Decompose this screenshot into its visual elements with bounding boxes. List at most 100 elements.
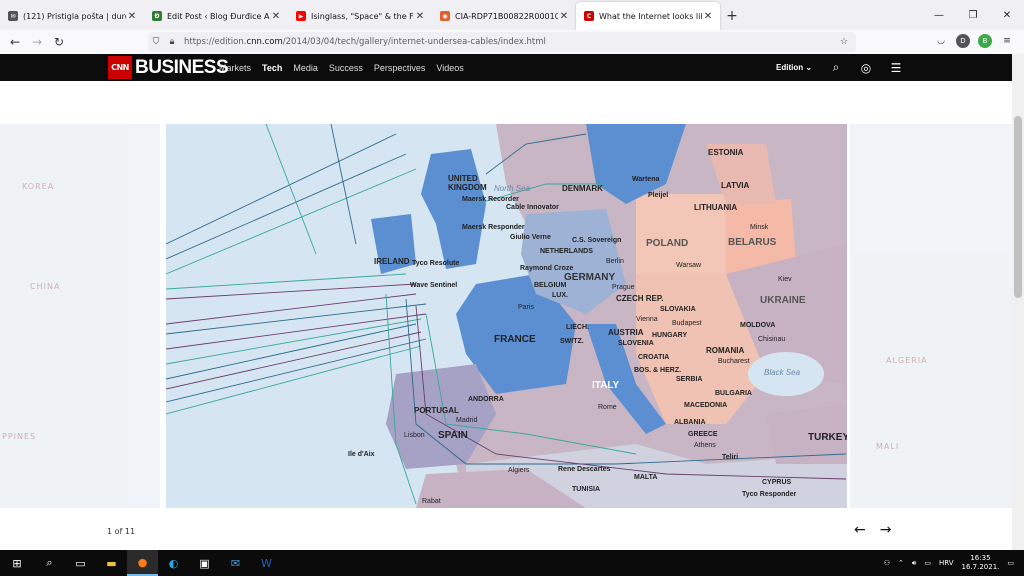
menu-icon[interactable]: ≡ xyxy=(1000,34,1014,48)
search-icon[interactable]: ⌕ xyxy=(34,550,65,576)
account-icon[interactable]: D xyxy=(956,34,970,48)
nav-videos[interactable]: Videos xyxy=(436,63,463,73)
minimize-button[interactable]: — xyxy=(922,0,956,30)
browser-tab[interactable]: Đ Edit Post ‹ Blog Đurđice Antolić ✕ xyxy=(144,2,288,30)
store-icon[interactable]: ▣ xyxy=(189,550,220,576)
city-label: Warsaw xyxy=(676,262,702,269)
previous-slide-arrow-icon[interactable]: ← xyxy=(854,522,866,538)
pocket-icon[interactable]: ◡ xyxy=(934,34,948,48)
country-label: ALBANIA xyxy=(674,419,706,426)
people-icon[interactable]: ⚇ xyxy=(884,559,890,567)
cable-station: Cable Innovator xyxy=(506,204,559,211)
file-explorer-icon[interactable]: ▬ xyxy=(96,550,127,576)
mail-icon[interactable]: ✉ xyxy=(220,550,251,576)
city-label: Athens xyxy=(694,442,716,449)
nav-tech[interactable]: Tech xyxy=(262,63,282,73)
notifications-icon[interactable]: ▭ xyxy=(1007,559,1014,567)
back-icon[interactable]: ← xyxy=(4,35,26,49)
windows-start-icon[interactable]: ⊞ xyxy=(0,550,34,576)
city-label: Minsk xyxy=(750,224,769,231)
search-icon[interactable]: ⌕ xyxy=(828,60,844,76)
country-label: ROMANIA xyxy=(706,346,745,355)
extension-icon[interactable]: B xyxy=(978,34,992,48)
nav-perspectives[interactable]: Perspectives xyxy=(374,63,426,73)
new-tab-button[interactable]: + xyxy=(720,2,744,30)
address-bar[interactable]: ⛉ 🔒︎ https://edition.cnn.com/2014/03/04/… xyxy=(148,32,856,52)
lock-icon[interactable]: 🔒︎ xyxy=(164,37,180,47)
url-text[interactable]: https://edition.cnn.com/2014/03/04/tech/… xyxy=(180,37,836,47)
browser-tab[interactable]: ◉ CIA-RDP71B00822R000100110009 ✕ xyxy=(432,2,576,30)
hamburger-menu-icon[interactable]: ☰ xyxy=(888,60,904,76)
cable-station: Teliri xyxy=(722,454,739,461)
nav-media[interactable]: Media xyxy=(293,63,318,73)
edge-icon[interactable]: ◐ xyxy=(158,550,189,576)
edition-dropdown[interactable]: Edition ⌄ xyxy=(776,54,812,81)
volume-icon[interactable]: 🔊︎ xyxy=(912,559,916,568)
word-icon[interactable]: W xyxy=(251,550,282,576)
show-hidden-icons-chevron-icon[interactable]: ⌃ xyxy=(898,559,904,567)
browser-tab[interactable]: ✉ (121) Pristigla pošta | durdica.ar ✕ xyxy=(0,2,144,30)
map-label: MALI xyxy=(876,442,900,451)
next-slide-preview[interactable]: ALGERIA MALI xyxy=(850,124,1012,508)
close-tab-icon[interactable]: ✕ xyxy=(558,11,570,22)
close-tab-icon[interactable]: ✕ xyxy=(270,11,282,22)
task-view-icon[interactable]: ▭ xyxy=(65,550,96,576)
country-label: LATVIA xyxy=(721,181,750,190)
next-slide-arrow-icon[interactable]: → xyxy=(880,522,892,538)
tab-title: (121) Pristigla pošta | durdica.ar xyxy=(23,11,126,21)
navigation-bar: ← → ↻ ⛉ 🔒︎ https://edition.cnn.com/2014/… xyxy=(0,30,1024,54)
country-label: TUNISIA xyxy=(572,486,600,493)
windows-taskbar: ⊞ ⌕ ▭ ▬ ● ◐ ▣ ✉ W ⚇ ⌃ 🔊︎ ▭ HRV 16:35 16.… xyxy=(0,550,1024,576)
country-label: GREECE xyxy=(688,431,718,438)
cable-station: Pleijel xyxy=(648,192,669,199)
country-label: DENMARK xyxy=(562,184,603,193)
nav-success[interactable]: Success xyxy=(329,63,363,73)
tab-title: Edit Post ‹ Blog Đurđice Antolić xyxy=(167,11,270,21)
sea-label: North Sea xyxy=(494,184,531,193)
restore-button[interactable]: ❐ xyxy=(956,0,990,30)
country-label: BULGARIA xyxy=(715,390,752,397)
country-label: MOLDOVA xyxy=(740,322,776,329)
cable-station: C.S. Sovereign xyxy=(572,237,622,244)
browser-tab-active[interactable]: C What the Internet looks like: Un ✕ xyxy=(576,2,720,30)
language-indicator[interactable]: HRV xyxy=(939,559,954,567)
document-icon: ◉ xyxy=(440,11,450,21)
country-label: LITHUANIA xyxy=(694,203,738,212)
firefox-icon[interactable]: ● xyxy=(127,550,158,576)
close-tab-icon[interactable]: ✕ xyxy=(126,11,138,22)
country-label: TURKEY xyxy=(808,432,847,443)
header-icons: ⌕ ◎ ☰ xyxy=(828,54,904,81)
country-label: CROATIA xyxy=(638,354,670,361)
slide-counter: 1 of 11 xyxy=(107,527,136,536)
reload-icon[interactable]: ↻ xyxy=(48,35,70,49)
browser-tab[interactable]: ▶ Isinglass, "Space" & the Firmam ✕ xyxy=(288,2,432,30)
country-label: SERBIA xyxy=(676,376,703,383)
blog-icon: Đ xyxy=(152,11,162,21)
close-window-button[interactable]: ✕ xyxy=(990,0,1024,30)
close-tab-icon[interactable]: ✕ xyxy=(702,11,714,22)
cnn-header: CNN BUSINESS Markets Tech Media Success … xyxy=(0,54,1012,81)
youtube-icon: ▶ xyxy=(296,11,306,21)
user-account-icon[interactable]: ◎ xyxy=(858,60,874,76)
city-label: Algiers xyxy=(508,467,530,474)
nav-markets[interactable]: Markets xyxy=(219,63,251,73)
bookmark-star-icon[interactable]: ☆ xyxy=(836,37,852,47)
gmail-icon: ✉ xyxy=(8,11,18,21)
forward-icon[interactable]: → xyxy=(26,35,48,49)
scrollbar-thumb[interactable] xyxy=(1014,116,1022,298)
cable-station: Tyco Resolute xyxy=(412,260,460,267)
country-label: FRANCE xyxy=(494,334,536,345)
country-label: PORTUGAL xyxy=(414,406,459,415)
cnn-logo[interactable]: CNN xyxy=(108,56,132,79)
close-tab-icon[interactable]: ✕ xyxy=(414,11,426,22)
previous-slide-preview[interactable]: KOREA CHINA PPINES xyxy=(0,124,160,508)
country-label: POLAND xyxy=(646,238,689,249)
shield-icon[interactable]: ⛉ xyxy=(148,37,164,47)
clock[interactable]: 16:35 16.7.2021. xyxy=(962,554,1000,572)
cnn-icon: C xyxy=(584,11,594,21)
cable-station: Raymond Croze xyxy=(520,265,574,272)
business-logo[interactable]: BUSINESS xyxy=(135,56,229,79)
system-tray: ⚇ ⌃ 🔊︎ ▭ HRV 16:35 16.7.2021. ▭ xyxy=(884,550,1014,576)
network-icon[interactable]: ▭ xyxy=(924,559,931,567)
page-scrollbar[interactable] xyxy=(1012,54,1024,550)
